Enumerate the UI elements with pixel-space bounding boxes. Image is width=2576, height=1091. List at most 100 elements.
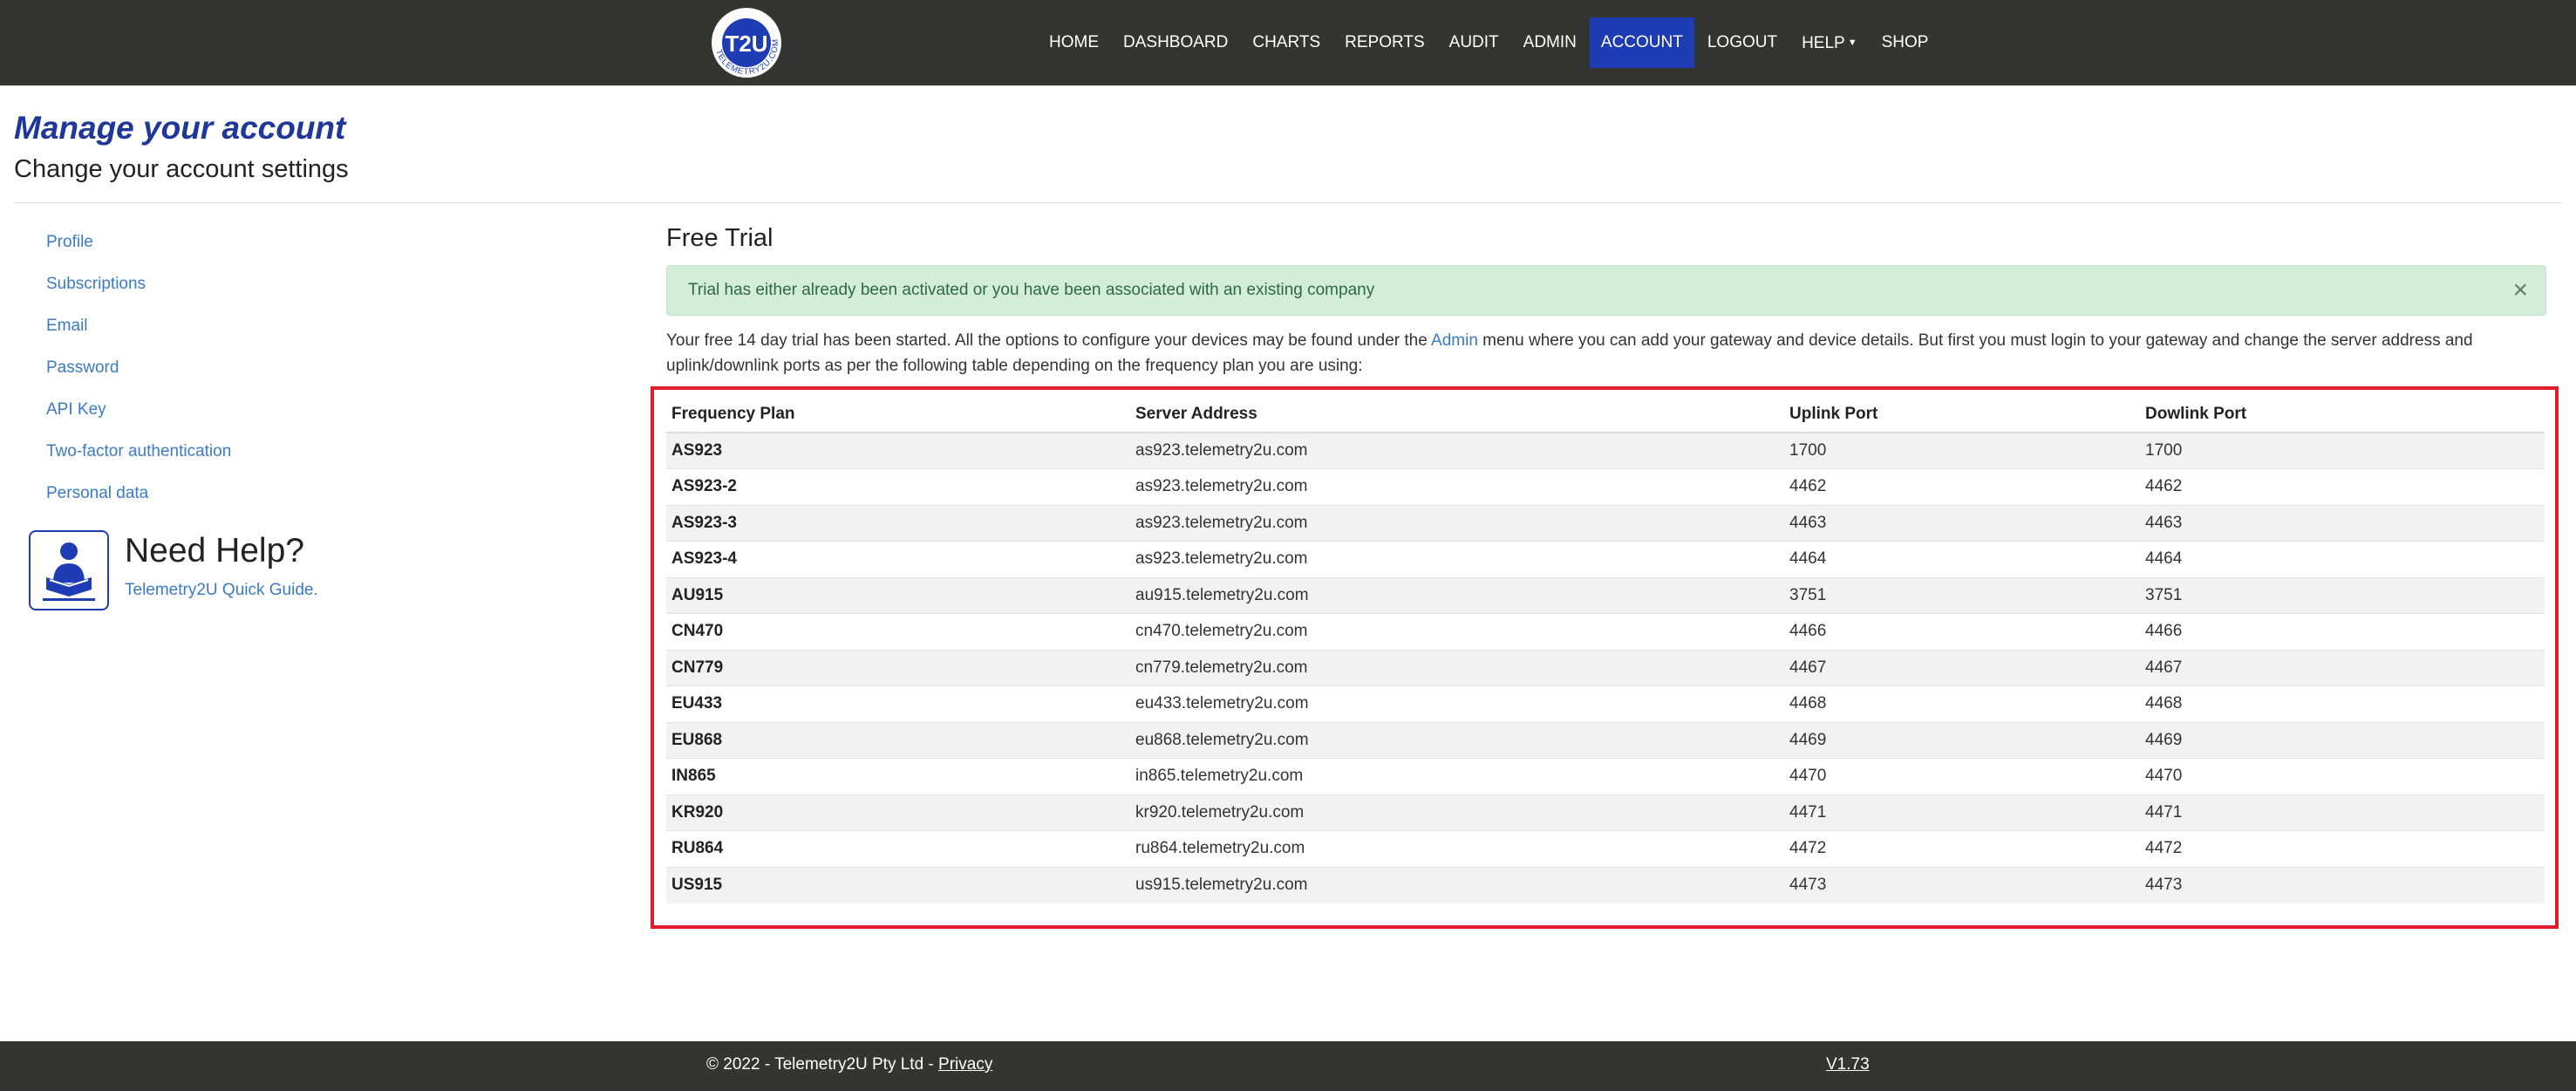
trial-instructions: Your free 14 day trial has been started.… [666,328,2515,378]
nav-logout[interactable]: LOGOUT [1696,17,1789,68]
uplink-port-cell: 4471 [1784,794,2140,831]
frequency-plan-cell: US915 [666,866,1130,903]
sidebar-item-password[interactable]: Password [46,354,231,396]
nav-dashboard[interactable]: DASHBOARD [1112,17,1239,68]
uplink-port-cell: 4463 [1784,504,2140,542]
sidebar-item-two-factor[interactable]: Two-factor authentication [46,438,231,480]
server-address-cell: in865.telemetry2u.com [1130,758,1784,794]
admin-link[interactable]: Admin [1431,331,1478,350]
server-address-cell: cn779.telemetry2u.com [1130,649,1784,686]
column-header-downlink-port: Dowlink Port [2140,396,2545,433]
table-row: CN470 cn470.telemetry2u.com 4466 4466 [666,613,2545,650]
uplink-port-cell: 4464 [1784,541,2140,577]
table-row: IN865 in865.telemetry2u.com 4470 4470 [666,758,2545,794]
frequency-plan-cell: AS923-2 [666,468,1130,505]
frequency-plan-cell: AS923 [666,432,1130,469]
uplink-port-cell: 4468 [1784,685,2140,722]
server-address-cell: as923.telemetry2u.com [1130,541,1784,577]
page-title: Manage your account [14,110,346,146]
frequency-plan-cell: AS923-3 [666,504,1130,542]
frequency-plan-table: Frequency Plan Server Address Uplink Por… [666,396,2545,903]
intro-text-start: Your free 14 day trial has been started.… [666,331,1432,350]
nav-help-label: HELP [1802,34,1845,52]
logo-mark-text: T2U [725,31,767,57]
table-row: RU864 ru864.telemetry2u.com 4472 4472 [666,830,2545,867]
frequency-plan-cell: AU915 [666,576,1130,614]
frequency-plan-cell: IN865 [666,758,1130,794]
footer: © 2022 - Telemetry2U Pty Ltd - Privacy V… [0,1041,2576,1091]
downlink-port-cell: 4469 [2140,721,2545,759]
copyright-text: © 2022 - Telemetry2U Pty Ltd - [706,1055,939,1074]
table-header-row: Frequency Plan Server Address Uplink Por… [666,396,2545,433]
server-address-cell: us915.telemetry2u.com [1130,866,1784,903]
version-link[interactable]: V1.73 [1826,1055,1870,1074]
frequency-plan-cell: RU864 [666,830,1130,867]
sidebar-item-profile[interactable]: Profile [46,228,231,270]
sidebar-item-personal-data[interactable]: Personal data [46,480,231,522]
server-address-cell: as923.telemetry2u.com [1130,432,1784,469]
server-address-cell: eu868.telemetry2u.com [1130,721,1784,759]
server-address-cell: as923.telemetry2u.com [1130,468,1784,505]
column-header-frequency-plan: Frequency Plan [666,396,1130,433]
frequency-plan-cell: CN779 [666,649,1130,686]
nav-charts[interactable]: CHARTS [1241,17,1332,68]
sidebar-item-api-key[interactable]: API Key [46,396,231,438]
success-alert: Trial has either already been activated … [666,265,2546,316]
downlink-port-cell: 4468 [2140,685,2545,722]
nav-help-dropdown[interactable]: HELP ▼ [1790,17,1869,68]
uplink-port-cell: 4472 [1784,830,2140,867]
nav-home[interactable]: HOME [1038,17,1110,68]
help-box: Need Help? Telemetry2U Quick Guide. [29,530,465,610]
uplink-port-cell: 1700 [1784,432,2140,469]
downlink-port-cell: 4467 [2140,649,2545,686]
server-address-cell: cn470.telemetry2u.com [1130,613,1784,650]
account-sidebar: Profile Subscriptions Email Password API… [46,228,231,522]
quick-guide-link[interactable]: Telemetry2U Quick Guide. [125,581,318,600]
close-icon[interactable]: × [2512,266,2528,315]
server-address-cell: eu433.telemetry2u.com [1130,685,1784,722]
table-row: AS923-2 as923.telemetry2u.com 4462 4462 [666,468,2545,505]
need-help-title: Need Help? [125,532,304,569]
uplink-port-cell: 4470 [1784,758,2140,794]
downlink-port-cell: 4466 [2140,613,2545,650]
uplink-port-cell: 3751 [1784,576,2140,614]
nav-audit[interactable]: AUDIT [1438,17,1510,68]
table-row: CN779 cn779.telemetry2u.com 4467 4467 [666,649,2545,686]
footer-copyright: © 2022 - Telemetry2U Pty Ltd - Privacy [706,1055,992,1074]
table-row: US915 us915.telemetry2u.com 4473 4473 [666,866,2545,903]
nav-shop[interactable]: SHOP [1871,17,1940,68]
column-header-server-address: Server Address [1130,396,1784,433]
frequency-plan-cell: CN470 [666,613,1130,650]
section-title: Free Trial [666,224,773,252]
table-row: EU868 eu868.telemetry2u.com 4469 4469 [666,721,2545,759]
frequency-plan-cell: EU433 [666,685,1130,722]
table-row: EU433 eu433.telemetry2u.com 4468 4468 [666,685,2545,722]
frequency-plan-cell: KR920 [666,794,1130,831]
privacy-link[interactable]: Privacy [938,1055,992,1074]
header-divider [14,202,2562,203]
downlink-port-cell: 4472 [2140,830,2545,867]
nav-account[interactable]: ACCOUNT [1589,17,1694,68]
downlink-port-cell: 1700 [2140,432,2545,469]
frequency-plan-cell: EU868 [666,721,1130,759]
downlink-port-cell: 4464 [2140,541,2545,577]
downlink-port-cell: 4473 [2140,866,2545,903]
page-subtitle: Change your account settings [14,155,349,183]
table-row: AS923 as923.telemetry2u.com 1700 1700 [666,432,2545,469]
nav-admin[interactable]: ADMIN [1512,17,1588,68]
main-nav: HOME DASHBOARD CHARTS REPORTS AUDIT ADMI… [1038,17,1941,68]
downlink-port-cell: 4462 [2140,468,2545,505]
server-address-cell: as923.telemetry2u.com [1130,504,1784,542]
uplink-port-cell: 4469 [1784,721,2140,759]
nav-reports[interactable]: REPORTS [1333,17,1436,68]
frequency-plan-cell: AS923-4 [666,541,1130,577]
telemetry2u-logo[interactable]: T2U TELEMETRY2U.COM [703,7,790,78]
server-address-cell: au915.telemetry2u.com [1130,576,1784,614]
downlink-port-cell: 3751 [2140,576,2545,614]
reading-person-icon [29,530,109,610]
column-header-uplink-port: Uplink Port [1784,396,2140,433]
sidebar-item-subscriptions[interactable]: Subscriptions [46,270,231,312]
sidebar-item-email[interactable]: Email [46,312,231,354]
top-navbar: T2U TELEMETRY2U.COM HOME DASHBOARD CHART… [0,0,2576,85]
table-row: AS923-3 as923.telemetry2u.com 4463 4463 [666,504,2545,542]
